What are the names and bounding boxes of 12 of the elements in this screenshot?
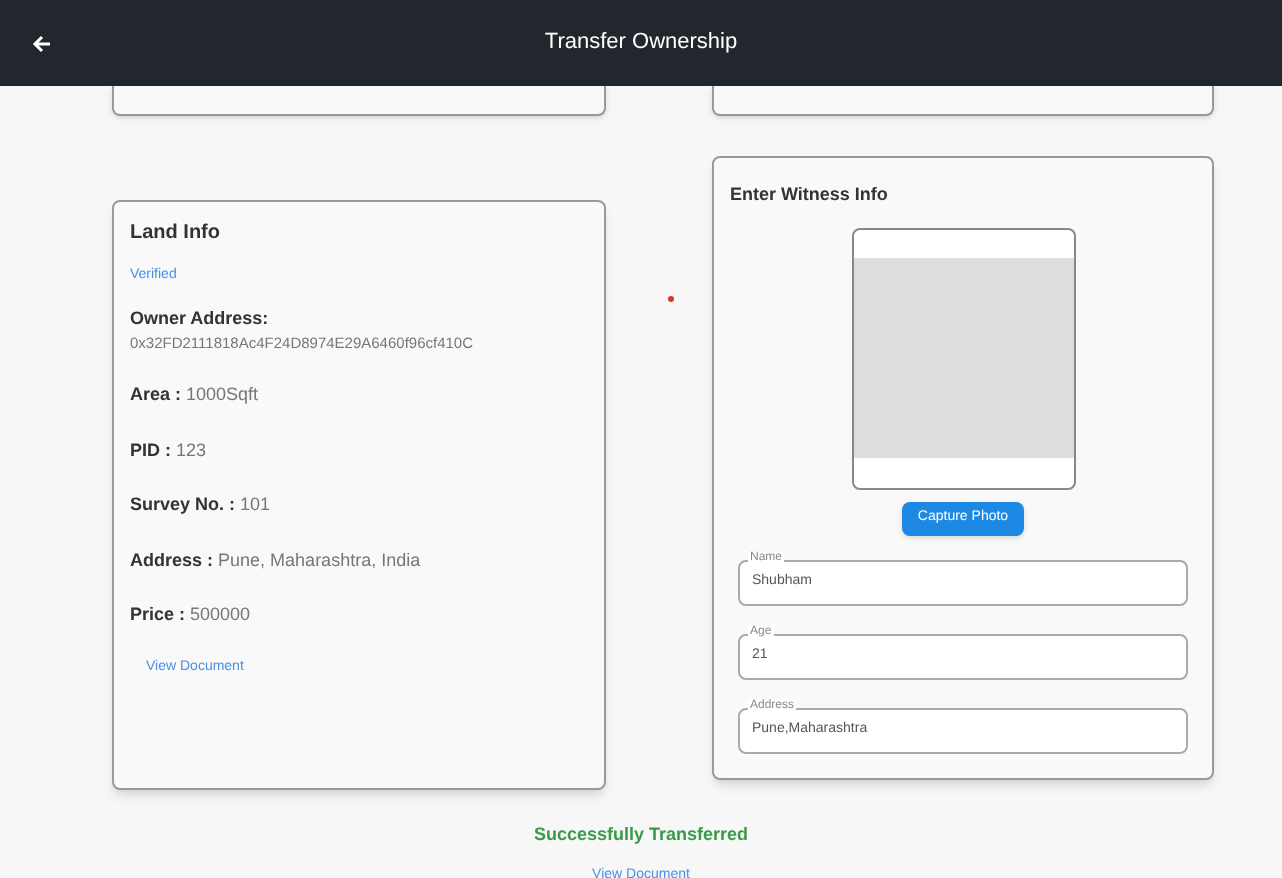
dot-mark — [668, 296, 674, 302]
page-title: Transfer Ownership — [542, 28, 740, 59]
land-detail: PID : 123 — [130, 437, 209, 464]
card-title: Enter Witness Info — [730, 182, 890, 208]
land-detail: Price : 500000 — [130, 602, 253, 629]
owner-address-label: Owner Address: — [130, 305, 271, 331]
land-detail: Address : Pune, Maharashtra, India — [130, 547, 423, 574]
success-message: Successfully Transferred — [533, 822, 749, 848]
land-detail: Survey No. : 101 — [130, 492, 273, 519]
card-title: Land Info — [130, 220, 222, 248]
land-detail: Area : 1000Sqft — [130, 382, 261, 409]
back-arrow-icon[interactable] — [32, 33, 52, 53]
